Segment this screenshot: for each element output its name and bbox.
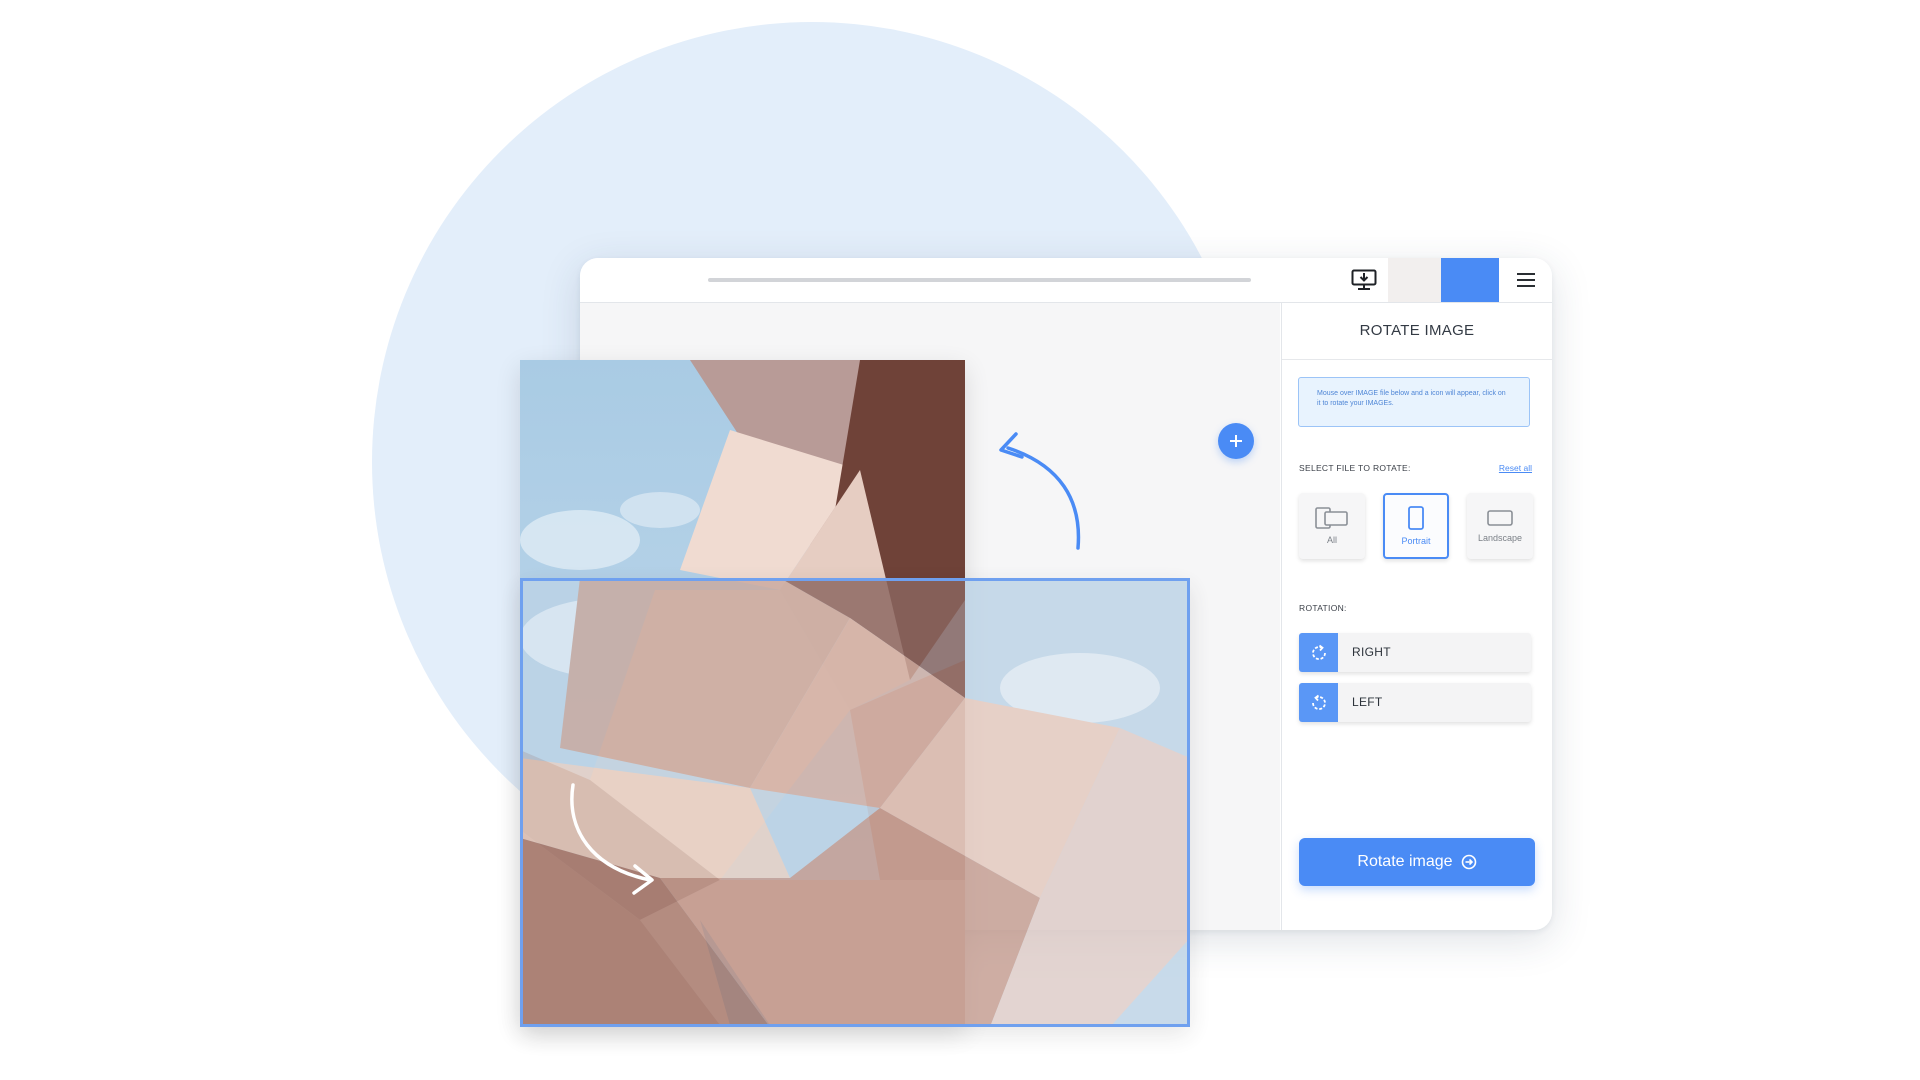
address-bar[interactable] xyxy=(708,278,1251,282)
rotate-right-icon-box xyxy=(1299,633,1338,672)
portrait-icon xyxy=(1408,506,1424,530)
top-bar xyxy=(580,258,1552,303)
landscape-icon xyxy=(1487,510,1513,526)
rotate-right-label: RIGHT xyxy=(1352,645,1391,659)
sidebar-title: ROTATE IMAGE xyxy=(1282,303,1552,360)
toolbar-tab-active[interactable] xyxy=(1441,258,1499,302)
reset-all-link[interactable]: Reset all xyxy=(1499,463,1532,473)
select-file-label: SELECT FILE TO ROTATE: xyxy=(1299,463,1411,473)
rotate-left-icon xyxy=(1311,694,1326,710)
info-box: Mouse over IMAGE file below and a icon w… xyxy=(1298,377,1530,427)
desktop-download-button[interactable] xyxy=(1340,258,1388,302)
selected-landscape-outline xyxy=(520,578,1190,1027)
rotate-left-icon-box xyxy=(1299,683,1338,722)
rotate-image-button-label: Rotate image xyxy=(1357,853,1453,870)
add-file-button[interactable] xyxy=(1218,423,1254,459)
rotate-left-button[interactable]: LEFT xyxy=(1299,683,1531,722)
orientation-all-label: All xyxy=(1326,535,1337,545)
desktop-download-icon xyxy=(1351,269,1377,290)
toolbar-tab-gray[interactable] xyxy=(1388,258,1441,302)
hamburger-menu-icon xyxy=(1516,273,1535,287)
menu-button[interactable] xyxy=(1499,258,1552,302)
rotate-sidebar: ROTATE IMAGE Mouse over IMAGE file below… xyxy=(1281,303,1552,930)
rotate-right-icon xyxy=(1311,644,1326,660)
rotate-left-label: LEFT xyxy=(1352,695,1383,709)
orientation-landscape-button[interactable]: Landscape xyxy=(1467,493,1533,559)
rotate-right-button[interactable]: RIGHT xyxy=(1299,633,1531,672)
orientation-landscape-label: Landscape xyxy=(1477,533,1523,543)
orientation-all-button[interactable]: All xyxy=(1299,493,1365,559)
rotation-label: ROTATION: xyxy=(1299,603,1347,613)
orientation-portrait-label: Portrait xyxy=(1401,536,1431,546)
arrow-right-circle-icon xyxy=(1461,854,1476,870)
all-files-icon xyxy=(1315,507,1348,529)
plus-icon xyxy=(1230,435,1242,447)
orientation-portrait-button[interactable]: Portrait xyxy=(1383,493,1449,559)
rotate-image-button[interactable]: Rotate image xyxy=(1299,838,1535,886)
